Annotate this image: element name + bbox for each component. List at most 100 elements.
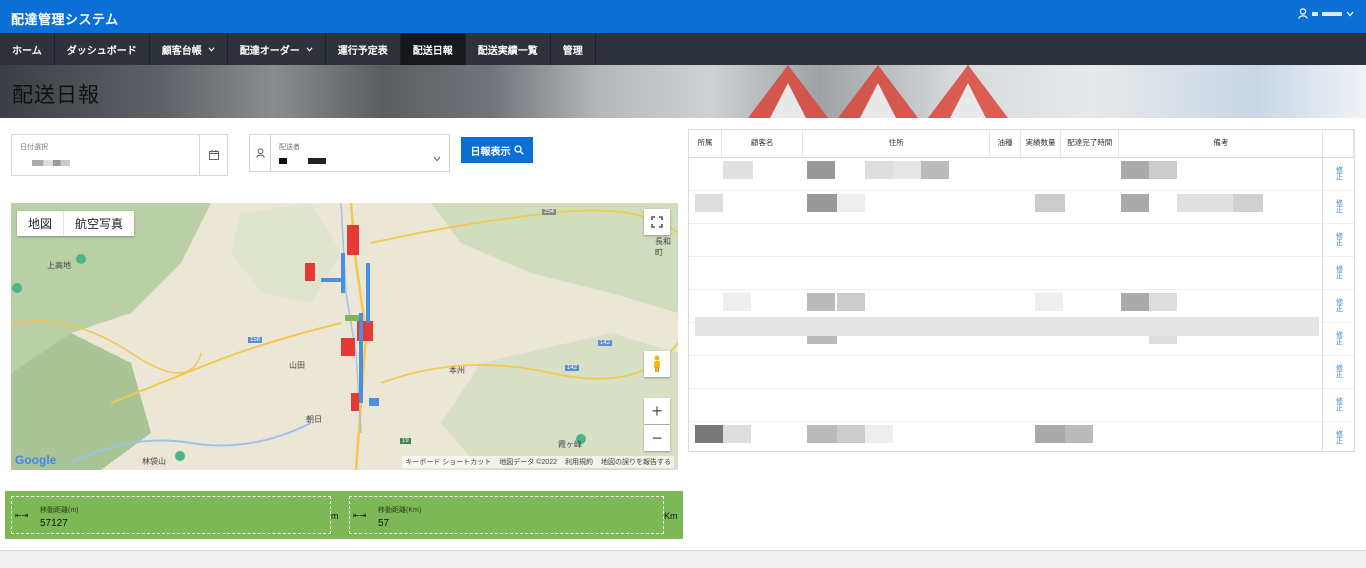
map-type-toggle: 地図 航空写真: [17, 211, 135, 236]
table-row-cells: [689, 223, 1323, 257]
nav-item-dashboard[interactable]: ダッシュボード: [55, 33, 150, 65]
app-title[interactable]: 配達管理システム: [11, 9, 119, 28]
table-cell-edit: 修正: [1322, 223, 1354, 257]
nav-item-delivery-order[interactable]: 配達オーダー: [228, 33, 326, 65]
redacted-cell: [1233, 193, 1263, 212]
table-row: 修正: [689, 388, 1354, 422]
col-header-completed-time[interactable]: 配達完了時間: [1060, 130, 1120, 158]
date-field-label: 日付選択: [20, 144, 48, 151]
tab-map[interactable]: 地図: [17, 211, 65, 236]
redacted-cell: [695, 193, 723, 212]
staff-field-value: [279, 155, 326, 165]
table-row: 修正: [689, 190, 1354, 224]
staff-select[interactable]: 配送者: [249, 134, 450, 172]
table-row-cells: [689, 157, 1323, 191]
nav-item-schedule[interactable]: 運行予定表: [326, 33, 401, 65]
table-cell-edit: 修正: [1322, 322, 1354, 356]
google-logo-text: Google: [15, 453, 57, 467]
col-header-address[interactable]: 住所: [802, 130, 991, 158]
banner-decoration: [950, 83, 986, 118]
map-place-label: 上高地: [47, 261, 71, 270]
distance-km-card: ⇤⇥ 移動距離(Km) 57: [349, 496, 664, 534]
col-header-quantity[interactable]: 実績数量: [1020, 130, 1062, 158]
edit-row-link[interactable]: 修正: [1334, 199, 1342, 213]
keyboard-shortcuts-link[interactable]: キーボード ショートカット: [405, 457, 491, 467]
page-footer: [0, 550, 1366, 568]
map-route-number: 142: [598, 340, 613, 346]
distance-km-value: 57: [378, 518, 390, 529]
table-row: 修正: [689, 223, 1354, 257]
table-cell-edit: 修正: [1322, 421, 1354, 451]
main-nav: ホーム ダッシュボード 顧客台帳 配達オーダー 運行予定表 配送日報 配送実績一…: [0, 33, 1366, 65]
table-row-cells: [689, 190, 1323, 224]
redacted-row-band: [695, 317, 1319, 336]
edit-row-link[interactable]: 修正: [1334, 331, 1342, 345]
arrows-icon: ⇤⇥: [353, 511, 367, 520]
page-title: 配送日報: [12, 84, 100, 107]
redacted-cell: [1121, 292, 1149, 311]
google-logo: Google: [15, 453, 56, 467]
map-route-number: 19: [400, 438, 411, 444]
chevron-down-icon: [306, 46, 313, 52]
nav-item-customer-ledger[interactable]: 顧客台帳: [150, 33, 228, 65]
nav-item-home[interactable]: ホーム: [0, 33, 55, 65]
edit-row-link[interactable]: 修正: [1334, 430, 1342, 444]
date-picker-field[interactable]: 日付選択: [11, 134, 228, 176]
show-report-button[interactable]: 日報表示: [461, 137, 533, 163]
nav-item-admin[interactable]: 管理: [551, 33, 596, 65]
map-place-label: 山田: [289, 361, 305, 370]
chevron-down-icon[interactable]: [433, 149, 441, 167]
table-row: 修正: [689, 256, 1354, 290]
nav-item-label: 運行予定表: [337, 45, 388, 57]
col-header-oil-type[interactable]: 油種: [989, 130, 1021, 158]
redacted-cell: [1035, 193, 1065, 212]
tab-satellite[interactable]: 航空写真: [64, 211, 134, 236]
edit-row-link[interactable]: 修正: [1334, 265, 1342, 279]
terms-link[interactable]: 利用規約: [565, 457, 593, 467]
redacted-cell: [723, 292, 751, 311]
chevron-down-icon: [1346, 11, 1354, 16]
zoom-out-icon[interactable]: −: [644, 425, 670, 451]
calendar-icon[interactable]: [199, 135, 227, 175]
map-place-label: 長和町: [655, 237, 671, 257]
report-error-link[interactable]: 地図の誤りを報告する: [601, 457, 671, 467]
distance-m-card: ⇤⇥ 移動距離(m) 57127: [11, 496, 331, 534]
redacted-cell: [807, 424, 837, 443]
edit-row-link[interactable]: 修正: [1334, 166, 1342, 180]
col-header-notes[interactable]: 備考: [1118, 130, 1324, 158]
nav-item-daily-report[interactable]: 配送日報: [400, 33, 466, 65]
redacted-cell: [1121, 193, 1149, 212]
date-field-value[interactable]: [32, 157, 70, 167]
route-map[interactable]: 上高地 本州 朝日 霞ヶ峰 林袋山 長和町 山田 254 142 158 19 …: [11, 203, 678, 470]
redacted-cell: [807, 292, 835, 311]
table-row-cells: [689, 388, 1323, 422]
show-report-button-label: 日報表示: [470, 146, 511, 158]
col-header-customer[interactable]: 顧客名: [721, 130, 804, 158]
distance-m-unit: m: [331, 511, 339, 521]
redacted-cell: [1035, 424, 1065, 443]
map-route-number: 158: [248, 337, 263, 343]
nav-item-label: ホーム: [12, 45, 42, 57]
map-canvas[interactable]: [11, 203, 678, 470]
edit-row-link[interactable]: 修正: [1334, 232, 1342, 246]
edit-row-link[interactable]: 修正: [1334, 364, 1342, 378]
street-view-pegman-icon[interactable]: [644, 351, 670, 377]
delivery-table: 所属 顧客名 住所 油種 実績数量 配達完了時間 備考 修正 修正 修正 修正 修正 修正…: [688, 129, 1355, 452]
edit-row-link[interactable]: 修正: [1334, 298, 1342, 312]
zoom-in-icon[interactable]: +: [644, 398, 670, 424]
table-cell-edit: 修正: [1322, 256, 1354, 290]
col-header-affiliation[interactable]: 所属: [689, 130, 722, 158]
redacted-cell: [723, 424, 751, 443]
nav-item-label: 顧客台帳: [161, 45, 202, 57]
user-menu[interactable]: [1298, 8, 1354, 19]
edit-row-link[interactable]: 修正: [1334, 397, 1342, 411]
nav-item-delivery-results[interactable]: 配送実績一覧: [466, 33, 551, 65]
col-header-action: [1322, 130, 1354, 158]
fullscreen-icon[interactable]: [644, 209, 670, 235]
redacted-cell: [1149, 292, 1177, 311]
redacted-cell: [723, 160, 753, 179]
map-place-label: 霞ヶ峰: [558, 440, 582, 449]
table-cell-edit: 修正: [1322, 355, 1354, 389]
table-row: 修正: [689, 421, 1354, 451]
search-icon: [513, 145, 524, 155]
